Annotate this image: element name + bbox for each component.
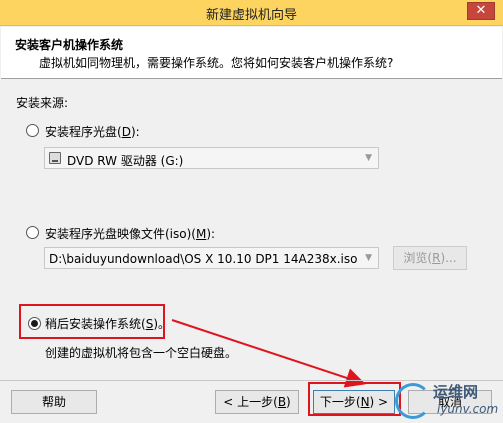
next-button[interactable]: 下一步(N) > bbox=[313, 390, 395, 414]
watermark-title: 运维网 bbox=[433, 383, 479, 401]
watermark-logo: 运维网 iyunv.com bbox=[395, 381, 499, 421]
help-button[interactable]: 帮助 bbox=[11, 390, 97, 414]
annotation-arrow bbox=[171, 319, 366, 388]
back-button[interactable]: < 上一步(B) bbox=[215, 390, 299, 414]
watermark-site: iyunv.com bbox=[437, 402, 499, 416]
logo-circle-icon bbox=[395, 383, 431, 419]
